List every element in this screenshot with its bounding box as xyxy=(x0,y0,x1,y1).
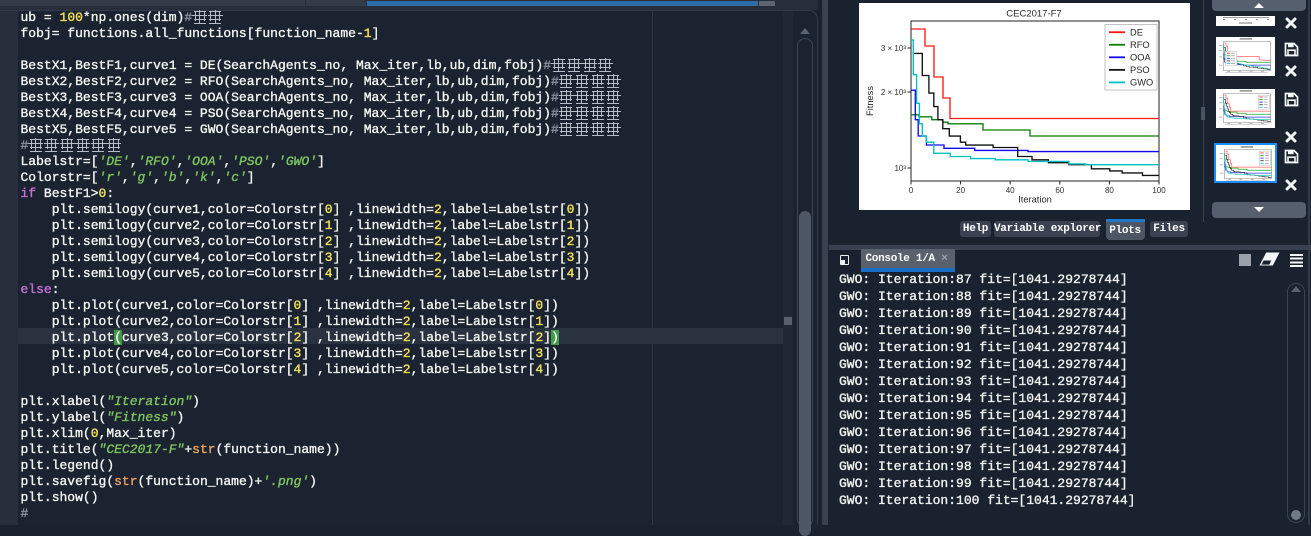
svg-text:10³: 10³ xyxy=(894,164,906,173)
svg-text:100: 100 xyxy=(1152,186,1166,195)
svg-text:OOA: OOA xyxy=(1130,52,1151,62)
svg-text:DE: DE xyxy=(1130,27,1143,37)
svg-text:40: 40 xyxy=(1006,186,1015,195)
svg-text:2 × 10³: 2 × 10³ xyxy=(881,88,906,97)
svg-text:CEC2017-F7: CEC2017-F7 xyxy=(1006,8,1061,19)
svg-text:Iteration: Iteration xyxy=(1018,194,1052,204)
svg-text:20: 20 xyxy=(956,186,965,195)
svg-text:RFO: RFO xyxy=(1130,39,1150,49)
svg-text:0: 0 xyxy=(909,186,914,195)
svg-text:GWO: GWO xyxy=(1130,77,1153,87)
svg-text:PSO: PSO xyxy=(1130,65,1150,75)
svg-text:3 × 10³: 3 × 10³ xyxy=(881,44,906,53)
svg-text:60: 60 xyxy=(1055,186,1064,195)
svg-text:Fitness: Fitness xyxy=(865,85,875,115)
svg-text:80: 80 xyxy=(1105,186,1114,195)
